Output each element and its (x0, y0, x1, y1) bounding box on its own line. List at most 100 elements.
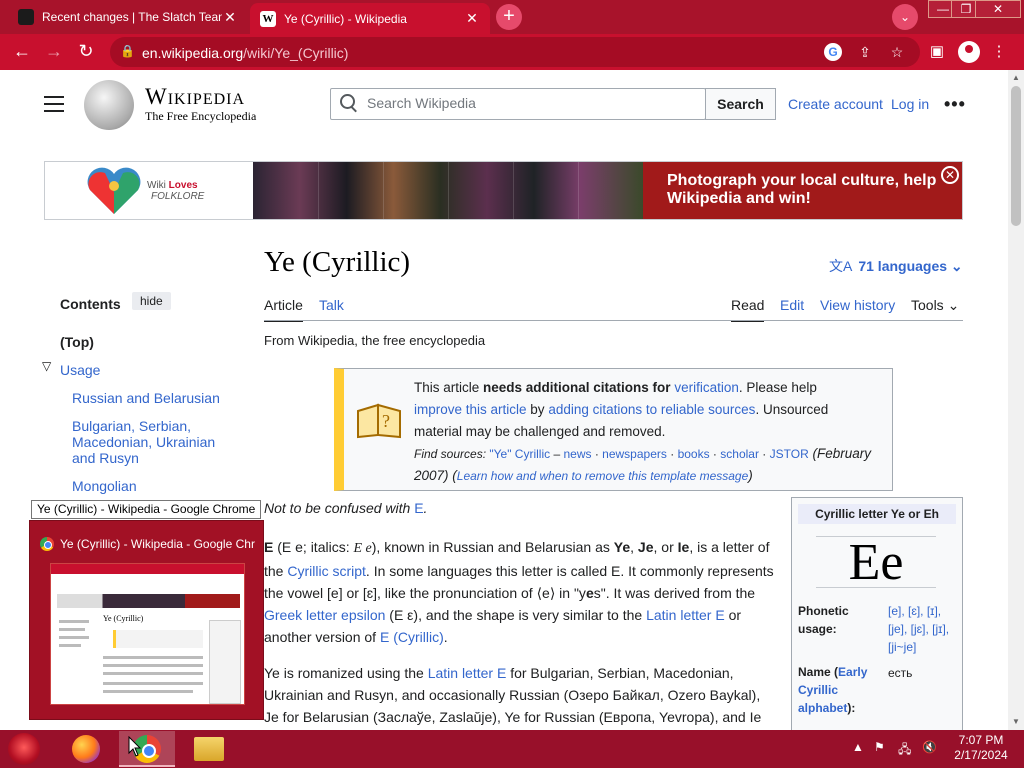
toc-item-bulgarian-serbian[interactable]: Bulgarian, Serbian, Macedonian, Ukrainia… (72, 418, 232, 466)
infobox: Cyrillic letter Ye or Eh Ee Phonetic usag… (791, 497, 963, 730)
tab-article[interactable]: Article (264, 297, 303, 322)
taskbar-tooltip: Ye (Cyrillic) - Wikipedia - Google Chrom… (31, 500, 262, 519)
close-tab-icon[interactable]: ✕ (222, 9, 238, 26)
window-close-button[interactable]: ✕ (975, 0, 1021, 18)
search-input[interactable] (367, 95, 687, 111)
e-cyrillic-link[interactable]: E (Cyrillic) (380, 629, 444, 645)
notice-text: This article needs additional citations … (414, 380, 872, 483)
page-scrollbar[interactable]: ▲ ▼ (1008, 70, 1024, 730)
improve-article-link[interactable]: improve this article (414, 402, 527, 417)
share-icon[interactable]: ⇪ (856, 43, 874, 61)
chevron-down-icon[interactable]: ▽ (42, 359, 51, 373)
language-selector-button[interactable]: 文A 71 languages ⌄ (829, 256, 963, 276)
action-center-flag-icon[interactable]: ⚑ (874, 740, 885, 754)
taskbar-window-preview[interactable]: Ye (Cyrillic) - Wikipedia - Google Chrom… (29, 520, 264, 720)
news-link[interactable]: news (563, 447, 591, 461)
greek-epsilon-link[interactable]: Greek letter epsilon (264, 607, 385, 623)
browser-tab-strip: Recent changes | The Slatch Team ✕ W Ye … (0, 0, 1024, 34)
wikipedia-wordmark[interactable]: Wikipedia The Free Encyclopedia (145, 84, 256, 124)
clock-date: 2/17/2024 (954, 748, 1008, 762)
toc-item-top[interactable]: (Top) (60, 334, 94, 350)
profile-avatar-icon[interactable] (958, 41, 980, 63)
phonetic-usage-label: Phonetic usage: (798, 604, 849, 636)
bookmark-star-icon[interactable]: ☆ (888, 43, 906, 61)
network-icon[interactable]: 🖧 (898, 740, 911, 761)
jstor-link[interactable]: JSTOR (770, 447, 809, 461)
taskbar-file-explorer[interactable] (180, 731, 236, 767)
tab-view-history[interactable]: View history (820, 297, 895, 313)
forward-button[interactable]: → (42, 40, 66, 64)
volume-muted-icon[interactable]: 🔇 (922, 740, 937, 754)
infobox-header: Cyrillic letter Ye or Eh (798, 504, 956, 524)
latin-letter-e-link-2[interactable]: Latin letter E (428, 665, 507, 681)
open-book-icon: ? (357, 403, 401, 439)
adding-citations-link[interactable]: adding citations to reliable sources (548, 402, 755, 417)
wikipedia-w-icon: W (260, 10, 276, 27)
tab-ye-cyrillic[interactable]: W Ye (Cyrillic) - Wikipedia ✕ (250, 3, 490, 34)
banner-close-icon[interactable]: ✕ (941, 166, 959, 184)
side-panel-icon[interactable]: ▣ (926, 42, 948, 64)
books-link[interactable]: books (678, 447, 710, 461)
cyrillic-script-link[interactable]: Cyrillic script (287, 563, 366, 579)
learn-remove-template-link[interactable]: Learn how and when to remove this templa… (457, 469, 749, 483)
lock-icon[interactable]: 🔒 (120, 44, 135, 58)
verification-link[interactable]: verification (674, 380, 739, 395)
folder-icon (194, 737, 224, 761)
taskbar-firefox[interactable] (58, 731, 114, 767)
tab-title: Recent changes | The Slatch Team (42, 10, 222, 24)
reload-button[interactable]: ↻ (74, 40, 98, 64)
search-box[interactable] (330, 88, 706, 120)
clock-time: 7:07 PM (958, 733, 1004, 747)
wikipedia-globe-logo[interactable] (84, 80, 134, 130)
site-subtitle: From Wikipedia, the free encyclopedia (264, 333, 486, 348)
main-menu-icon[interactable] (44, 96, 64, 112)
google-translate-icon[interactable]: G (824, 43, 842, 61)
intro-paragraph: E (Е е; italics: Е е), known in Russian … (264, 539, 774, 645)
newspapers-link[interactable]: newspapers (602, 447, 667, 461)
toc-item-usage[interactable]: Usage (60, 362, 100, 378)
start-button-icon[interactable] (8, 733, 40, 765)
chrome-menu-icon[interactable]: ⋮ (988, 42, 1010, 64)
scroll-down-arrow-icon[interactable]: ▼ (1008, 714, 1024, 730)
scroll-up-arrow-icon[interactable]: ▲ (1008, 70, 1024, 86)
page-title: Ye (Cyrillic) (264, 246, 411, 278)
show-hidden-icons-icon[interactable]: ▲ (852, 740, 864, 754)
tab-talk[interactable]: Talk (319, 297, 344, 313)
scholar-link[interactable]: scholar (720, 447, 759, 461)
create-account-link[interactable]: Create account (788, 96, 883, 112)
banner-photo-strip (253, 162, 643, 219)
close-tab-icon[interactable]: ✕ (464, 10, 480, 27)
address-bar[interactable]: 🔒 en.wikipedia.org/wiki/Ye_(Cyrillic) G … (110, 37, 920, 67)
personal-tools-menu-icon[interactable]: ••• (944, 94, 966, 115)
hatnote: Not to be confused with E. (264, 500, 428, 516)
tab-read[interactable]: Read (731, 297, 765, 322)
log-in-link[interactable]: Log in (891, 96, 929, 112)
firefox-icon (72, 735, 100, 763)
back-button[interactable]: ← (10, 40, 34, 64)
phonetic-usage-value[interactable]: [e], [ɛ], [ɪ], [je], [jɛ], [jɪ], [ji~je] (888, 602, 960, 656)
slatch-icon (18, 9, 34, 25)
name-value: есть (888, 666, 913, 680)
tab-search-button[interactable]: ⌄ (892, 4, 918, 30)
browser-toolbar: ← → ↻ 🔒 en.wikipedia.org/wiki/Ye_(Cyrill… (0, 34, 1024, 70)
tab-edit[interactable]: Edit (780, 297, 804, 313)
tools-menu[interactable]: Tools ⌄ (911, 297, 959, 314)
url-text[interactable]: en.wikipedia.org/wiki/Ye_(Cyrillic) (142, 45, 348, 61)
scrollbar-thumb[interactable] (1011, 86, 1021, 226)
new-tab-button[interactable]: + (496, 4, 522, 30)
toc-item-mongolian[interactable]: Mongolian (72, 478, 232, 494)
toc-item-russian-belarusian[interactable]: Russian and Belarusian (72, 390, 232, 406)
find-sources-query-link[interactable]: "Ye" Cyrillic (489, 447, 550, 461)
hatnote-e-link[interactable]: E (414, 500, 423, 516)
taskbar-clock[interactable]: 7:07 PM 2/17/2024 (946, 733, 1016, 763)
search-button[interactable]: Search (705, 88, 776, 120)
toc-hide-button[interactable]: hide (132, 292, 171, 310)
campaign-banner[interactable]: Wiki Loves FOLKLORE Photograph your loca… (44, 161, 963, 220)
tab-slatch-recent-changes[interactable]: Recent changes | The Slatch Team ✕ (8, 3, 248, 31)
latin-letter-e-link[interactable]: Latin letter E (646, 607, 725, 623)
tab-title: Ye (Cyrillic) - Wikipedia (284, 11, 407, 26)
title-divider (264, 320, 963, 321)
puzzle-heart-icon (87, 167, 141, 214)
preview-thumbnail[interactable]: Ye (Cyrillic) (50, 563, 245, 705)
banner-call-to-action[interactable]: Photograph your local culture, help Wiki… (643, 162, 962, 219)
